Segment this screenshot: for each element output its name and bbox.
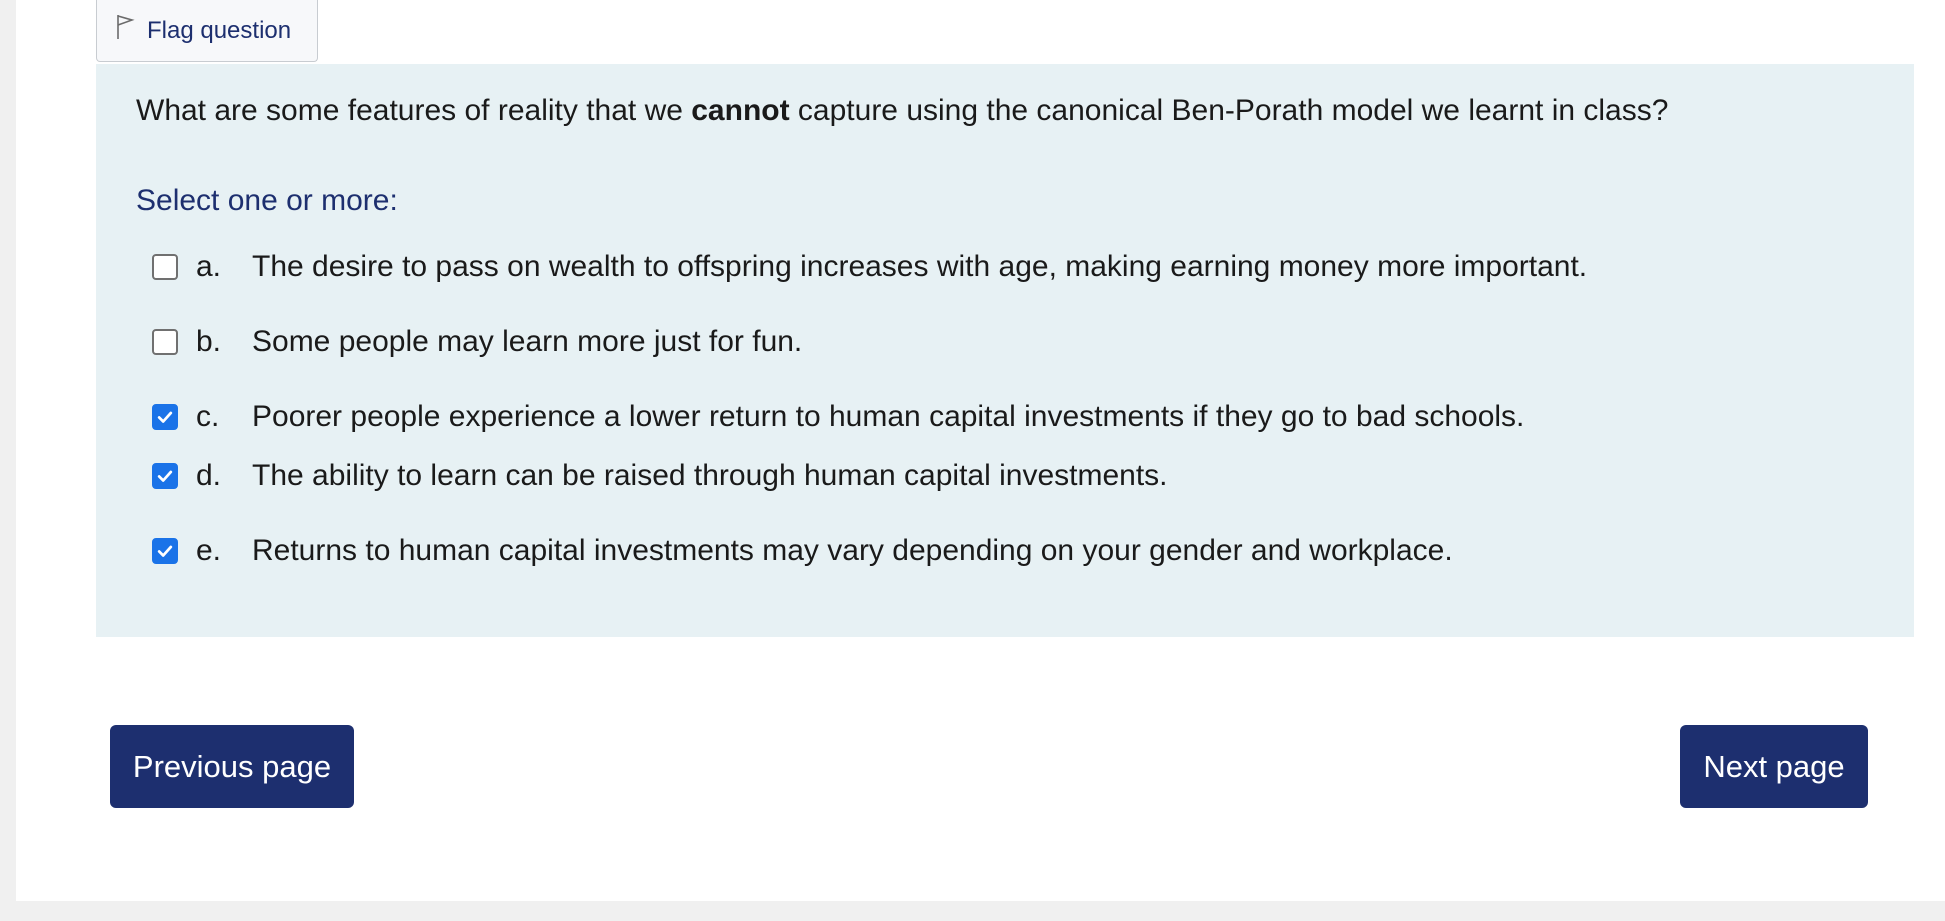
answer-letter: c. — [196, 400, 220, 433]
answer-letter: e. — [196, 534, 222, 567]
question-text-start: What are some features of reality that w… — [136, 94, 692, 127]
answer-text: Returns to human capital investments may… — [252, 534, 1453, 567]
answer-letter: b. — [196, 325, 222, 358]
answer-text: The ability to learn can be raised throu… — [252, 459, 1168, 492]
answer-option-d[interactable]: d. The ability to learn can be raised th… — [152, 456, 1168, 496]
answer-option-c[interactable]: c. Poorer people experience a lower retu… — [152, 397, 1524, 437]
answer-checkbox[interactable] — [152, 404, 178, 430]
answer-checkbox[interactable] — [152, 254, 178, 280]
answer-letter: d. — [196, 459, 222, 492]
check-icon — [157, 470, 173, 482]
quiz-page: Flag question What are some features of … — [16, 0, 1945, 901]
check-icon — [157, 545, 173, 557]
flag-question-label: Flag question — [147, 16, 292, 44]
answer-checkbox[interactable] — [152, 463, 178, 489]
answer-text: The desire to pass on wealth to offsprin… — [252, 250, 1588, 283]
answer-checkbox[interactable] — [152, 538, 178, 564]
answer-option-e[interactable]: e. Returns to human capital investments … — [152, 531, 1453, 571]
answer-option-a[interactable]: a. The desire to pass on wealth to offsp… — [152, 247, 1587, 287]
answer-option-b[interactable]: b. Some people may learn more just for f… — [152, 322, 802, 362]
select-prompt: Select one or more: — [136, 184, 398, 217]
question-text-emphasis: cannot — [691, 94, 790, 127]
answer-letter: a. — [196, 250, 222, 283]
question-box: What are some features of reality that w… — [96, 64, 1914, 637]
question-text-end: capture using the canonical Ben-Porath m… — [789, 94, 1669, 127]
answer-text: Some people may learn more just for fun. — [252, 325, 803, 358]
previous-page-button[interactable]: Previous page — [110, 725, 354, 808]
answer-checkbox[interactable] — [152, 329, 178, 355]
flag-icon — [117, 14, 135, 39]
flag-question-button[interactable]: Flag question — [96, 0, 318, 62]
check-icon — [157, 411, 173, 423]
next-page-button[interactable]: Next page — [1680, 725, 1868, 808]
question-text: What are some features of reality that w… — [136, 94, 1668, 128]
answer-text: Poorer people experience a lower return … — [252, 400, 1525, 433]
